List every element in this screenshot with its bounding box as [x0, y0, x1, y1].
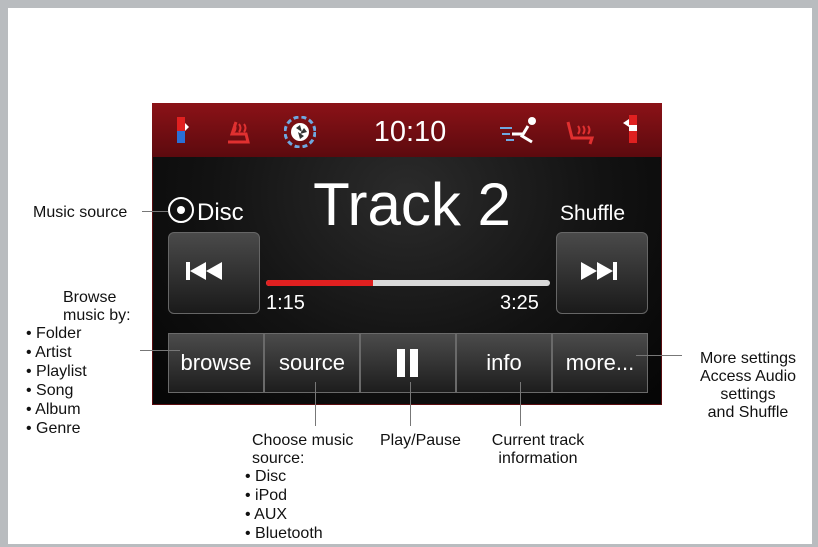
- temperature-left-icon[interactable]: [173, 117, 189, 145]
- heated-seat-left-icon[interactable]: [222, 118, 254, 146]
- list-item: Album: [26, 400, 87, 419]
- list-item: Bluetooth: [245, 524, 323, 543]
- list-item: Folder: [26, 324, 87, 343]
- airflow-icon[interactable]: [498, 116, 542, 146]
- shuffle-label[interactable]: Shuffle: [560, 202, 625, 226]
- list-item: AUX: [245, 505, 323, 524]
- source-leader: [315, 382, 316, 426]
- track-title: Track 2: [313, 171, 511, 238]
- browse-heading-1: Browse: [63, 289, 117, 306]
- more-leader: [636, 355, 682, 356]
- clock: 10:10: [373, 116, 447, 148]
- list-item: Artist: [26, 343, 87, 362]
- more-settings-callout-3: settings: [720, 386, 776, 403]
- more-settings-callout-1: More settings: [699, 350, 797, 367]
- list-item: Song: [26, 381, 87, 400]
- list-item: Genre: [26, 419, 87, 438]
- next-track-icon: [581, 262, 617, 280]
- choose-source-heading-1: Choose music: [252, 432, 354, 449]
- play-pause-button[interactable]: [360, 333, 456, 393]
- elapsed-time: 1:15: [266, 292, 305, 314]
- source-button[interactable]: source: [264, 333, 360, 393]
- choose-source-heading-2: source:: [252, 450, 305, 467]
- more-button[interactable]: more...: [552, 333, 648, 393]
- next-track-button[interactable]: [556, 232, 648, 314]
- browse-leader: [140, 350, 180, 351]
- progress-fill: [266, 280, 373, 286]
- previous-track-button[interactable]: [168, 232, 260, 314]
- more-settings-callout-2: Access Audio: [699, 368, 797, 385]
- list-item: iPod: [245, 486, 323, 505]
- progress-bar[interactable]: [266, 280, 550, 286]
- disc-icon: [168, 197, 194, 223]
- current-track-callout-2: information: [498, 450, 578, 467]
- list-item: Disc: [245, 467, 323, 486]
- heated-seat-right-icon[interactable]: [564, 118, 598, 146]
- more-settings-callout-4: and Shuffle: [707, 404, 789, 421]
- play-pause-leader: [410, 382, 411, 426]
- source-label: Disc: [197, 199, 244, 226]
- info-leader: [520, 382, 521, 426]
- previous-track-icon: [186, 262, 222, 280]
- info-button[interactable]: info: [456, 333, 552, 393]
- current-track-callout-1: Current track: [491, 432, 585, 449]
- browse-options-list: Folder Artist Playlist Song Album Genre: [26, 324, 87, 438]
- pause-icon: [397, 349, 418, 377]
- music-source-leader: [142, 211, 168, 212]
- music-source-indicator[interactable]: Disc: [168, 197, 244, 227]
- music-source-callout: Music source: [33, 204, 128, 221]
- total-time: 3:25: [500, 292, 539, 314]
- temperature-right-icon[interactable]: [623, 115, 639, 145]
- list-item: Playlist: [26, 362, 87, 381]
- control-bar: browse source info more...: [168, 333, 648, 393]
- fan-icon[interactable]: [284, 116, 316, 148]
- play-pause-callout: Play/Pause: [380, 432, 461, 449]
- browse-button[interactable]: browse: [168, 333, 264, 393]
- browse-heading-2: music by:: [63, 307, 131, 324]
- source-options-list: Disc iPod AUX Bluetooth: [245, 467, 323, 543]
